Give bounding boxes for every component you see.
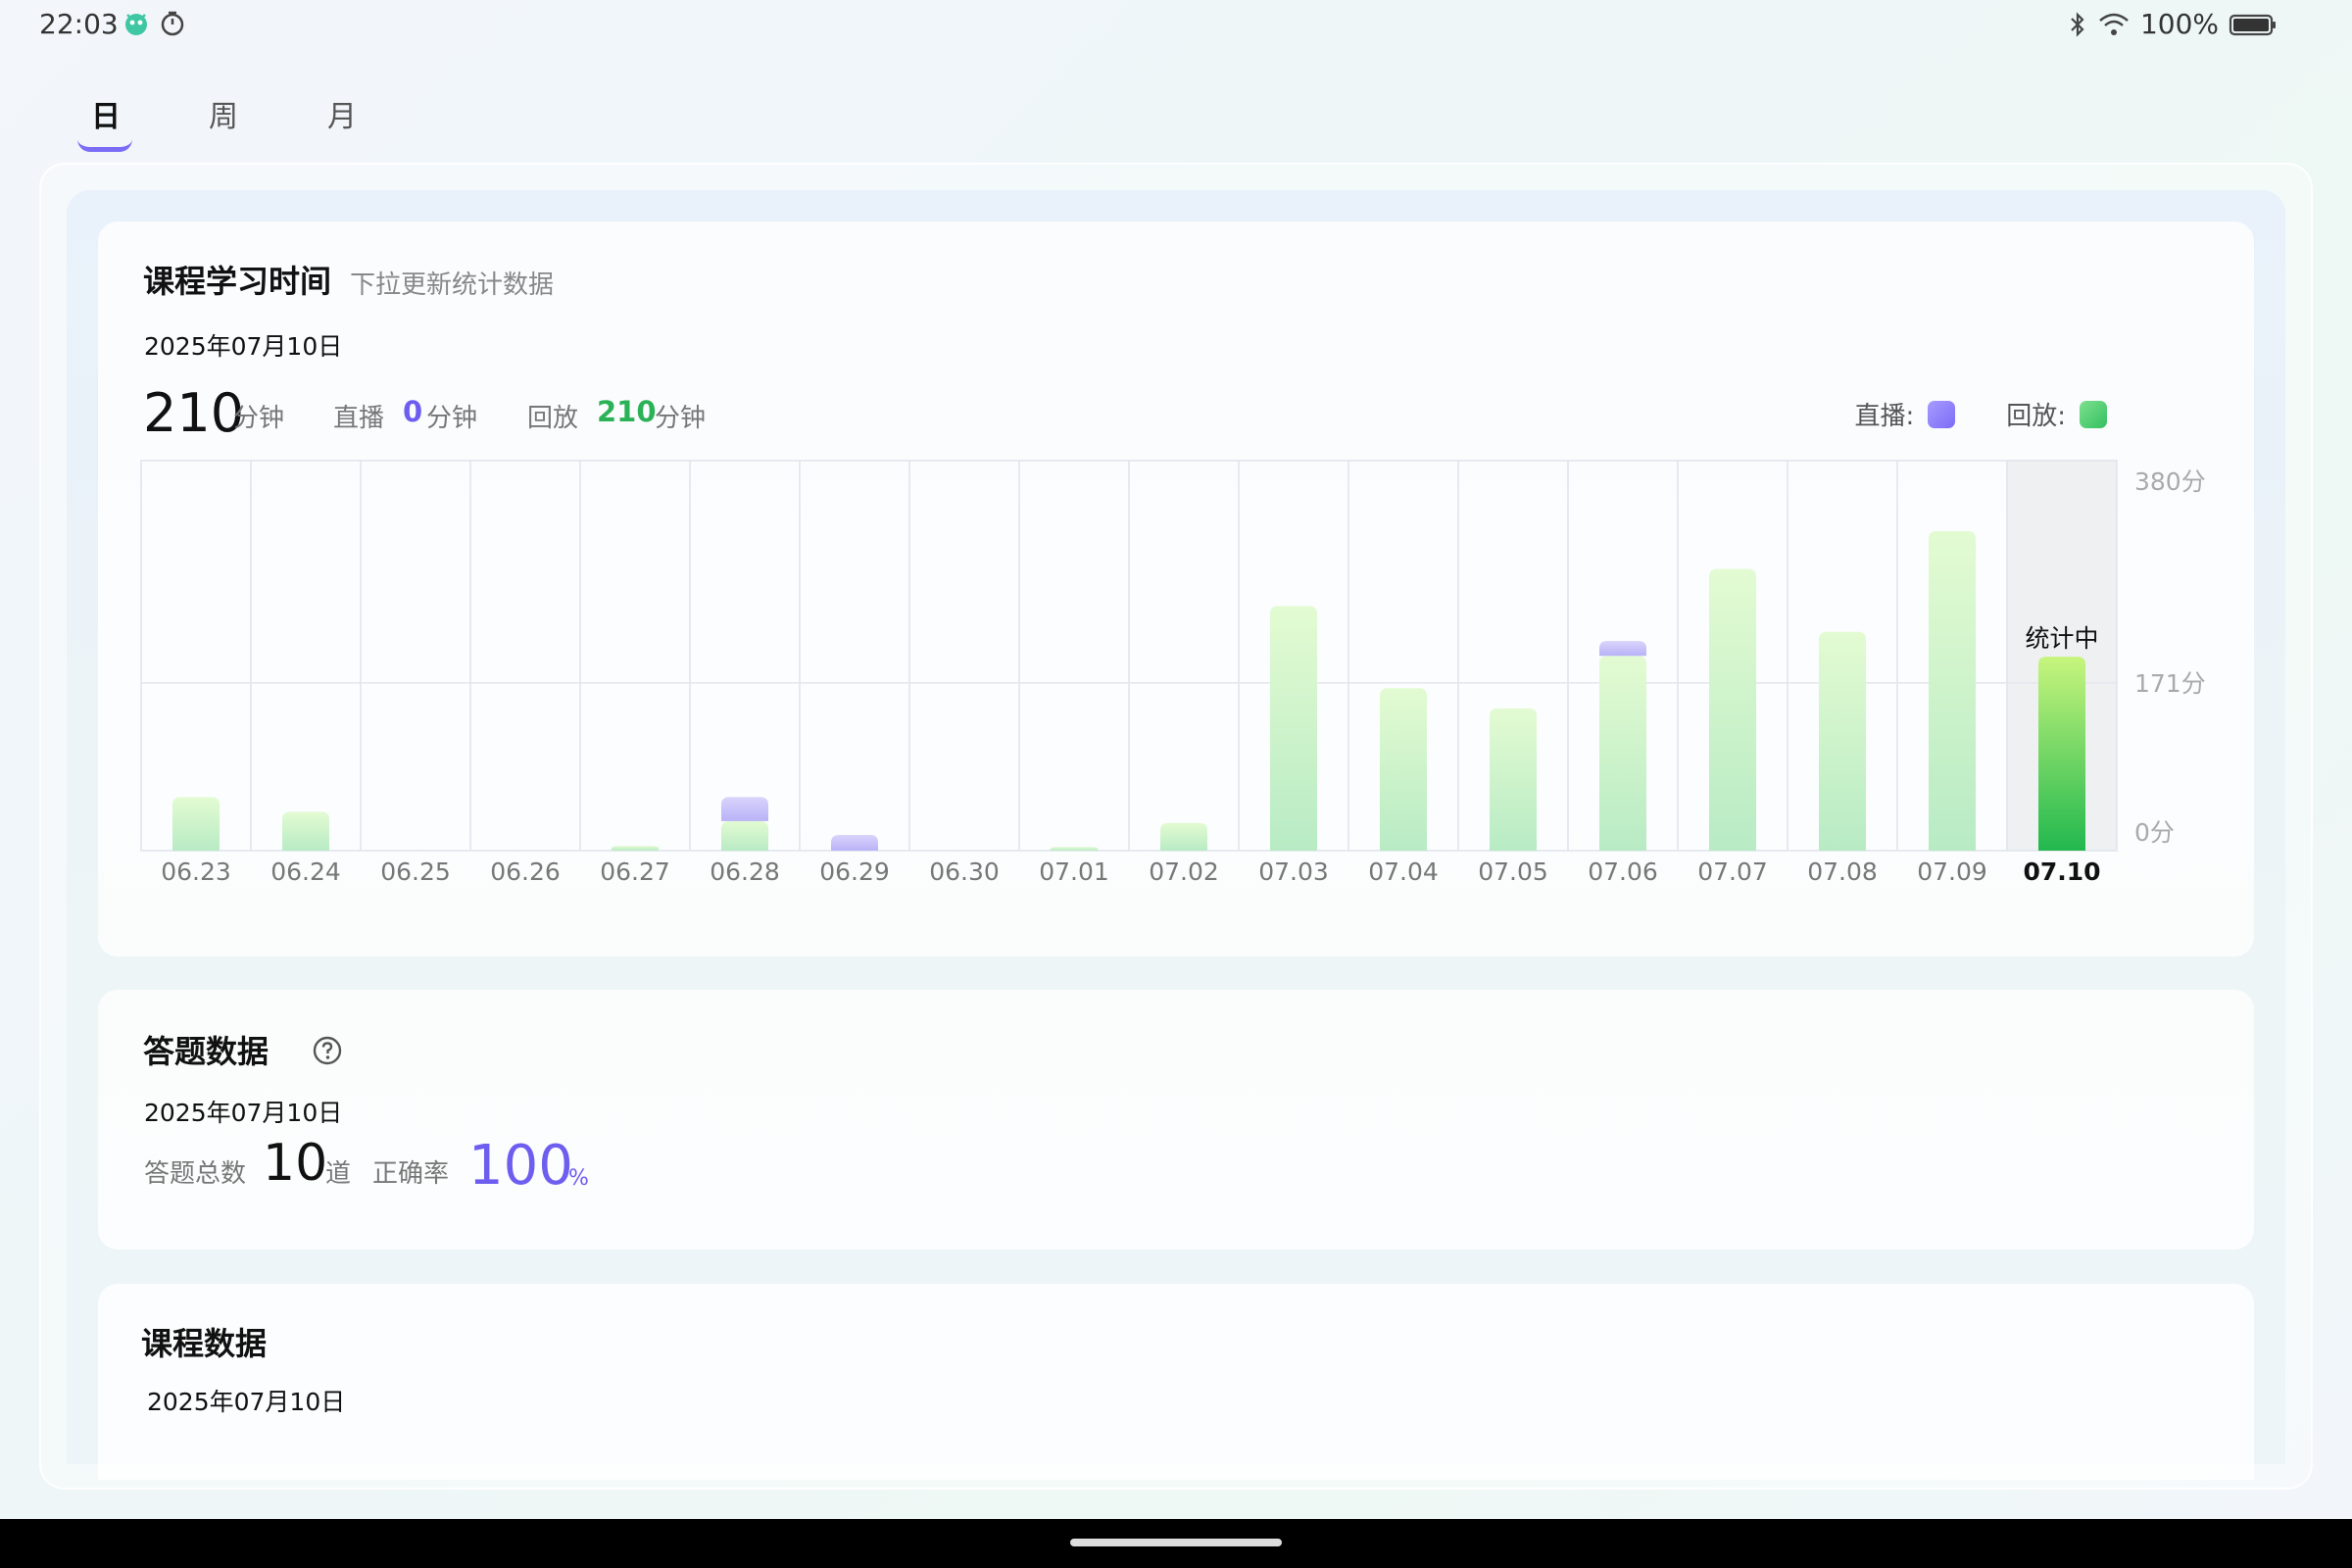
- accuracy-value: 100: [468, 1134, 573, 1198]
- bar-replay-06.24[interactable]: [282, 811, 329, 851]
- bar-live-07.06[interactable]: [1599, 641, 1646, 657]
- replay-label: 回放: [527, 404, 579, 433]
- bar-replay-07.07[interactable]: [1709, 568, 1756, 851]
- study-time-title: 课程学习时间: [143, 263, 332, 300]
- total-minutes-unit: 分钟: [233, 404, 285, 433]
- bar-replay-06.27[interactable]: [612, 846, 659, 851]
- x-tick-label: 07.10: [2023, 858, 2100, 886]
- x-tick-label: 06.28: [710, 858, 780, 886]
- bar-replay-07.08[interactable]: [1819, 631, 1866, 851]
- bar-replay-07.02[interactable]: [1160, 822, 1207, 851]
- bar-replay-07.05[interactable]: [1490, 708, 1537, 851]
- tab-month[interactable]: 月: [327, 92, 357, 135]
- bar-live-06.29[interactable]: [831, 834, 878, 851]
- status-indicators: 100%: [2068, 8, 2278, 40]
- x-tick-label: 07.07: [1697, 858, 1768, 886]
- answer-data-card: [98, 990, 2254, 1250]
- replay-minutes: 210: [597, 395, 657, 428]
- status-time: 22:03: [39, 8, 119, 40]
- x-tick-label: 07.05: [1478, 858, 1548, 886]
- answer-total-label: 答题总数: [144, 1159, 247, 1189]
- x-tick-label: 06.26: [490, 858, 561, 886]
- chart-x-axis: 06.23 06.24 06.25 06.26 06.27 06.28 06.29 06.30…: [161, 858, 2100, 886]
- answer-total-value: 10: [263, 1134, 328, 1193]
- bar-replay-07.04[interactable]: [1380, 688, 1427, 851]
- x-tick-label: 06.27: [600, 858, 670, 886]
- chart-bars: 统计中: [172, 531, 2099, 851]
- accuracy-label: 正确率: [372, 1159, 450, 1189]
- live-label: 直播: [333, 404, 385, 433]
- answer-total-unit: 道: [325, 1159, 352, 1189]
- x-tick-label: 07.03: [1258, 858, 1329, 886]
- bar-replay-07.06[interactable]: [1599, 656, 1646, 851]
- legend-replay-label: 回放:: [2006, 402, 2066, 431]
- legend-replay-swatch: [2080, 400, 2107, 428]
- chart-y-axis: 0分 171分 380分: [2134, 467, 2206, 847]
- legend-live-label: 直播:: [1854, 402, 1915, 431]
- timer-icon: [161, 11, 184, 36]
- bar-replay-07.10[interactable]: [2038, 657, 2085, 851]
- tab-day[interactable]: 日: [91, 92, 121, 135]
- status-bar: 22:03 100%: [0, 0, 2352, 51]
- x-tick-label: 07.08: [1807, 858, 1878, 886]
- live-minutes: 0: [403, 395, 423, 428]
- wifi-icon: [2099, 13, 2129, 35]
- x-tick-label: 07.02: [1149, 858, 1219, 886]
- x-tick-label: 07.06: [1588, 858, 1658, 886]
- bar-replay-06.28[interactable]: [721, 820, 768, 851]
- course-date: 2025年07月10日: [147, 1388, 346, 1416]
- bar-replay-07.01[interactable]: [1051, 847, 1098, 851]
- replay-minutes-unit: 分钟: [655, 404, 707, 433]
- bluetooth-icon: [2071, 11, 2084, 37]
- total-minutes: 210: [143, 382, 245, 444]
- course-data-title: 课程数据: [141, 1325, 268, 1362]
- bar-replay-07.09[interactable]: [1929, 531, 1976, 851]
- x-tick-label: 06.29: [819, 858, 890, 886]
- bar-replay-06.23[interactable]: [172, 797, 220, 851]
- x-tick-label: 06.25: [380, 858, 451, 886]
- bar-replay-07.03[interactable]: [1270, 606, 1317, 851]
- help-icon[interactable]: [312, 1035, 343, 1066]
- course-data-card: [98, 1284, 2254, 1480]
- tab-week[interactable]: 周: [209, 92, 238, 135]
- selected-status-note: 统计中: [2025, 624, 2098, 653]
- home-gesture-handle[interactable]: [1070, 1539, 1282, 1546]
- y-tick-label: 0分: [2134, 818, 2175, 847]
- bar-live-06.28[interactable]: [721, 797, 768, 821]
- x-tick-label: 07.09: [1917, 858, 1987, 886]
- app-notification-icon: [125, 14, 147, 35]
- answer-date: 2025年07月10日: [144, 1099, 343, 1127]
- chart-legend: 直播: 回放:: [1854, 396, 2107, 432]
- accuracy-unit: %: [568, 1166, 589, 1191]
- study-date: 2025年07月10日: [144, 332, 343, 361]
- legend-live-swatch: [1928, 400, 1956, 428]
- x-tick-label: 07.01: [1039, 858, 1109, 886]
- study-time-chart[interactable]: 统计中 06.23 06.24 06.25 06.26 06.27 06.28 06.29 0…: [137, 451, 2234, 892]
- x-tick-label: 06.23: [161, 858, 231, 886]
- x-tick-label: 06.24: [270, 858, 341, 886]
- x-tick-label: 07.04: [1368, 858, 1439, 886]
- y-tick-label: 380分: [2134, 467, 2206, 496]
- x-tick-label: 06.30: [929, 858, 1000, 886]
- pull-refresh-hint: 下拉更新统计数据: [350, 270, 555, 300]
- y-tick-label: 171分: [2134, 669, 2206, 698]
- live-minutes-unit: 分钟: [426, 404, 478, 433]
- battery-icon: [2229, 14, 2276, 35]
- answer-data-title: 答题数据: [143, 1033, 270, 1070]
- battery-percentage: 100%: [2139, 8, 2219, 40]
- tab-active-indicator: [77, 139, 132, 152]
